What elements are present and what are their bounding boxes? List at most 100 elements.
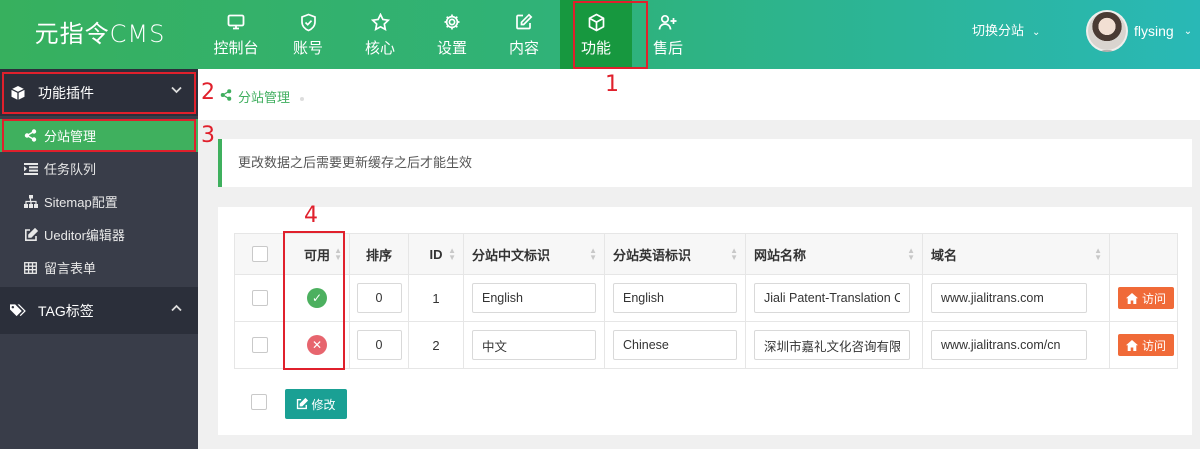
nav-item-label: 内容 (508, 40, 539, 57)
row-checkbox[interactable] (251, 290, 268, 307)
sort-input[interactable] (356, 283, 402, 313)
row-select-cell (234, 321, 285, 369)
nav-item-account[interactable]: 账号 (272, 0, 344, 69)
edit-icon (297, 398, 309, 410)
chevron-up-icon (171, 303, 182, 315)
sidebar-item-sitemap[interactable]: Sitemap配置 (0, 185, 198, 218)
sidebar-item-task-queue[interactable]: 任务队列 (0, 152, 198, 185)
nav-item-dashboard[interactable]: 控制台 (200, 0, 272, 69)
sort-icon: ▲ ▼ (334, 246, 342, 262)
table-header-row: 可用 ▲ ▼ 排序 ID ▲ ▼ 分站中文标识 ▲ ▼ 分站英语标识 ▲ ▼ 网站名称 ▲ ▼ 域名… (234, 233, 1178, 275)
name-en-input[interactable] (613, 283, 737, 313)
nav-item-label: 售后 (652, 40, 683, 57)
edit-box-icon (24, 227, 38, 242)
chevron-down-icon (171, 85, 182, 97)
sidebar-group-label: TAG标签 (38, 302, 94, 319)
nav-item-content[interactable]: 内容 (488, 0, 560, 69)
select-all-checkbox[interactable] (251, 246, 268, 263)
sidebar-group-tags[interactable]: TAG标签 (0, 287, 198, 334)
column-header-name-cn[interactable]: 分站中文标识 ▲ ▼ (463, 233, 605, 275)
select-all-cell (234, 233, 285, 275)
sort-input[interactable] (356, 330, 402, 360)
app-logo[interactable]: 元指令CMS (0, 0, 200, 69)
actions-cell: 访问 (1109, 274, 1178, 322)
id-cell: 2 (408, 321, 464, 369)
list-indent-icon (24, 162, 38, 175)
site-name-cell (745, 274, 923, 322)
column-header-id[interactable]: ID ▲ ▼ (408, 233, 464, 275)
edit-icon (515, 11, 533, 33)
column-header-enabled[interactable]: 可用 ▲ ▼ (284, 233, 350, 275)
shield-check-icon (300, 11, 317, 33)
check-icon[interactable]: ✓ (307, 288, 327, 308)
table-row: ✕ 2 访问 (234, 321, 1178, 369)
chevron-down-icon: ⌄ (1183, 25, 1193, 37)
column-header-actions (1109, 233, 1178, 275)
nav-item-core[interactable]: 核心 (344, 0, 416, 69)
sort-cell (349, 321, 409, 369)
switch-site-dropdown[interactable]: 切换分站 ⌄ (972, 0, 1040, 62)
footer-select-checkbox[interactable] (251, 394, 267, 410)
cube-icon (587, 11, 606, 33)
substation-panel: 可用 ▲ ▼ 排序 ID ▲ ▼ 分站中文标识 ▲ ▼ 分站英语标识 ▲ ▼ 网站名称 ▲ ▼ 域名… (218, 207, 1192, 435)
annotation-number-3: 3 (201, 123, 215, 148)
nav-item-label: 功能 (580, 40, 611, 57)
actions-cell: 访问 (1109, 321, 1178, 369)
user-menu[interactable]: flysing ⌄ (1086, 10, 1192, 52)
sidebar-item-message-form[interactable]: 留言表单 (0, 251, 198, 284)
name-en-cell (604, 274, 746, 322)
sort-icon: ▲ ▼ (730, 246, 738, 262)
row-checkbox[interactable] (251, 337, 268, 354)
sidebar-item-ueditor[interactable]: Ueditor编辑器 (0, 218, 198, 251)
nav-item-settings[interactable]: 设置 (416, 0, 488, 69)
sidebar-item-substations[interactable]: 分站管理 (0, 119, 198, 152)
site-name-cell (745, 321, 923, 369)
column-header-domain[interactable]: 域名 ▲ ▼ (922, 233, 1110, 275)
breadcrumb-separator (300, 96, 305, 101)
breadcrumb: 分站管理 (198, 69, 1200, 120)
table-row: ✓ 1 访问 (234, 274, 1178, 322)
sidebar-item-label: 留言表单 (44, 261, 97, 276)
avatar (1086, 10, 1128, 52)
gear-icon (443, 11, 461, 33)
sidebar-group-plugins[interactable]: 功能插件 (0, 69, 198, 116)
cube-icon (10, 85, 26, 101)
column-header-site-name[interactable]: 网站名称 ▲ ▼ (745, 233, 923, 275)
edit-button[interactable]: 修改 (285, 389, 347, 419)
column-header-sort: 排序 (349, 233, 409, 275)
domain-input[interactable] (931, 283, 1087, 313)
sort-icon: ▲ ▼ (907, 246, 915, 262)
visit-button[interactable]: 访问 (1118, 287, 1175, 309)
notice-banner: 更改数据之后需要更新缓存之后才能生效 (218, 139, 1192, 187)
star-icon (370, 11, 390, 33)
user-plus-icon (658, 11, 678, 33)
name-en-input[interactable] (613, 330, 737, 360)
site-name-input[interactable] (754, 283, 910, 313)
nav-item-after-sales[interactable]: 售后 (632, 0, 704, 69)
chevron-down-icon: ⌄ (1032, 27, 1041, 38)
site-name-input[interactable] (754, 330, 910, 360)
nav-item-features[interactable]: 功能 (560, 0, 632, 69)
breadcrumb-item[interactable]: 分站管理 (220, 87, 305, 106)
name-cn-input[interactable] (472, 283, 596, 313)
sort-icon: ▲ ▼ (589, 246, 597, 262)
column-header-name-en[interactable]: 分站英语标识 ▲ ▼ (604, 233, 746, 275)
table-icon (24, 261, 38, 274)
domain-input[interactable] (931, 330, 1087, 360)
switch-site-label: 切换分站 (972, 23, 1025, 38)
sidebar-item-label: 任务队列 (44, 162, 97, 177)
domain-cell (922, 274, 1110, 322)
sort-icon: ▲ ▼ (448, 246, 456, 262)
substation-table: 可用 ▲ ▼ 排序 ID ▲ ▼ 分站中文标识 ▲ ▼ 分站英语标识 ▲ ▼ 网站名称 ▲ ▼ 域名… (234, 233, 1178, 369)
visit-label: 访问 (1142, 291, 1167, 306)
enabled-cell: ✓ (284, 274, 350, 322)
sort-icon: ▲ ▼ (1094, 246, 1102, 262)
nav-item-label: 账号 (292, 40, 323, 57)
sidebar-item-label: Sitemap配置 (44, 195, 118, 210)
breadcrumb-label: 分站管理 (238, 90, 291, 105)
close-icon[interactable]: ✕ (307, 335, 327, 355)
name-cn-input[interactable] (472, 330, 596, 360)
visit-button[interactable]: 访问 (1118, 334, 1175, 356)
share-icon (220, 89, 232, 104)
nav-item-label: 核心 (364, 40, 395, 57)
